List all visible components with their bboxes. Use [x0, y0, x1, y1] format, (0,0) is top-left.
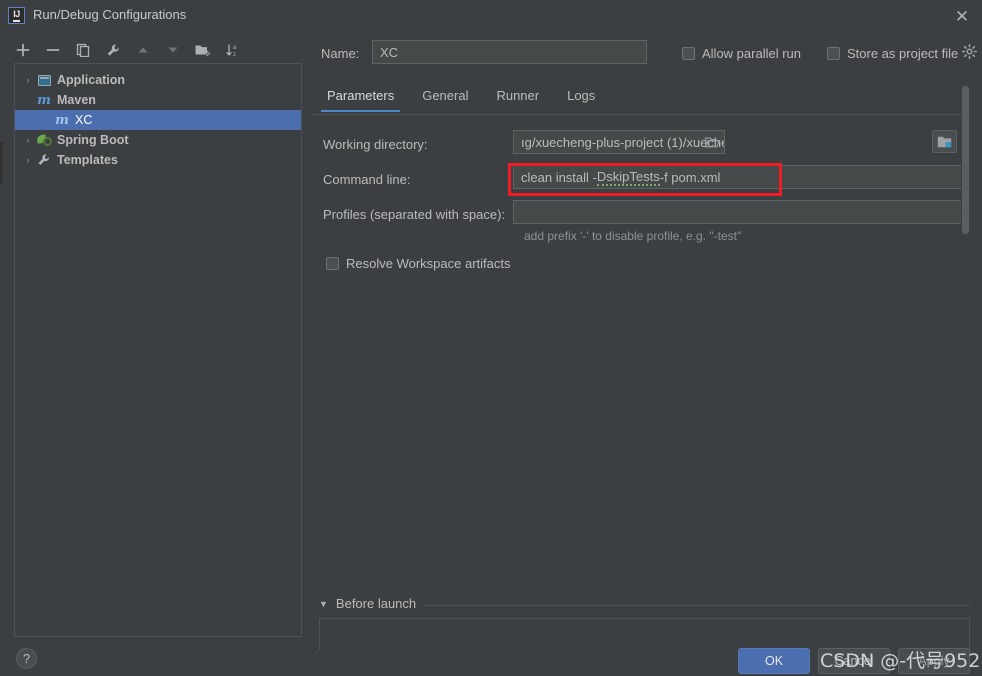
before-launch-section: ▼ Before launch: [313, 596, 970, 638]
command-line-label: Command line:: [323, 172, 410, 187]
chevron-down-icon[interactable]: ⱟ: [21, 95, 35, 105]
name-input[interactable]: XC: [372, 40, 647, 64]
configurations-tree[interactable]: › Application ⱟ m Maven m XC › Spring Bo…: [14, 63, 302, 637]
application-icon: [35, 72, 53, 88]
tree-node-templates[interactable]: › Templates: [15, 150, 301, 170]
resolve-workspace-artifacts-checkbox[interactable]: Resolve Workspace artifacts: [326, 256, 511, 271]
tree-node-maven[interactable]: ⱟ m Maven: [15, 90, 301, 110]
tree-node-application[interactable]: › Application: [15, 70, 301, 90]
new-folder-icon[interactable]: [190, 38, 216, 62]
module-folder-button[interactable]: [932, 130, 957, 153]
window-edge-marker: [0, 142, 3, 184]
profiles-label: Profiles (separated with space):: [323, 207, 505, 222]
tab-logs[interactable]: Logs: [553, 84, 609, 111]
working-directory-label: Working directory:: [323, 137, 428, 152]
chevron-right-icon[interactable]: ›: [21, 135, 35, 145]
checkbox-box[interactable]: [326, 257, 339, 270]
working-directory-input[interactable]: ıg/xuecheng-plus-project (1)/xuecheng-pl…: [513, 130, 725, 154]
chevron-down-icon[interactable]: ▼: [319, 599, 328, 609]
profiles-hint: add prefix '-' to disable profile, e.g. …: [524, 229, 741, 243]
profiles-input[interactable]: [513, 200, 965, 224]
name-label: Name:: [321, 46, 359, 61]
spring-boot-icon: [35, 132, 53, 148]
maven-icon: m: [53, 112, 71, 128]
working-directory-value: ıg/xuecheng-plus-project (1)/xuecheng-pl…: [521, 135, 725, 150]
allow-parallel-run-checkbox[interactable]: Allow parallel run: [682, 46, 801, 61]
add-configuration-icon[interactable]: [10, 38, 36, 62]
copy-configuration-icon[interactable]: [70, 38, 96, 62]
intellij-logo-text: IJ: [13, 10, 20, 22]
edit-templates-wrench-icon[interactable]: [100, 38, 126, 62]
parameters-panel: Parameters General Runner Logs Working d…: [313, 84, 970, 581]
configurations-toolbar: a z: [10, 37, 300, 63]
command-line-value-highlighted: DskipTests: [597, 169, 660, 186]
sort-alphabetically-icon[interactable]: a z: [220, 38, 246, 62]
tree-node-label: Maven: [57, 93, 96, 107]
close-icon[interactable]: ✕: [952, 6, 972, 26]
before-launch-divider: [423, 605, 970, 606]
svg-text:z: z: [233, 52, 236, 58]
help-button[interactable]: ?: [16, 648, 37, 669]
svg-text:a: a: [233, 45, 237, 51]
chevron-right-icon[interactable]: ›: [21, 155, 35, 165]
gear-icon[interactable]: [962, 44, 977, 59]
move-up-icon[interactable]: [130, 38, 156, 62]
tab-parameters[interactable]: Parameters: [313, 84, 408, 111]
panel-scrollbar-thumb[interactable]: [962, 86, 969, 234]
command-line-input[interactable]: clean install - DskipTests -f pom.xml: [513, 165, 965, 189]
browse-folder-icon[interactable]: [704, 135, 720, 149]
before-launch-label: Before launch: [336, 596, 416, 611]
resolve-workspace-artifacts-label: Resolve Workspace artifacts: [346, 256, 511, 271]
panel-scrollbar[interactable]: [961, 84, 970, 581]
run-debug-configurations-dialog: IJ Run/Debug Configurations ✕ a z › Appl…: [0, 0, 982, 676]
tab-bar: Parameters General Runner Logs: [313, 84, 970, 115]
before-launch-header[interactable]: ▼ Before launch: [319, 596, 416, 611]
allow-parallel-run-label: Allow parallel run: [702, 46, 801, 61]
tree-node-label: Templates: [57, 153, 118, 167]
maven-icon: m: [35, 92, 53, 108]
tree-node-label: XC: [75, 113, 92, 127]
ok-button[interactable]: OK: [738, 648, 810, 674]
cancel-button[interactable]: Cancel: [818, 648, 890, 674]
tree-node-label: Application: [57, 73, 125, 87]
tree-node-spring-boot[interactable]: › Spring Boot: [15, 130, 301, 150]
move-down-icon[interactable]: [160, 38, 186, 62]
chevron-right-icon[interactable]: ›: [21, 75, 35, 85]
titlebar: IJ Run/Debug Configurations ✕: [0, 0, 982, 31]
command-line-value-prefix: clean install -: [521, 170, 597, 185]
tree-node-xc[interactable]: m XC: [15, 110, 301, 130]
store-as-project-file-checkbox[interactable]: Store as project file: [827, 46, 958, 61]
store-as-project-file-label: Store as project file: [847, 46, 958, 61]
dialog-title: Run/Debug Configurations: [33, 7, 186, 22]
remove-configuration-icon[interactable]: [40, 38, 66, 62]
command-line-value-suffix: -f pom.xml: [660, 170, 721, 185]
apply-button[interactable]: Apply: [898, 648, 970, 674]
tab-general[interactable]: General: [408, 84, 482, 111]
tab-runner[interactable]: Runner: [482, 84, 553, 111]
checkbox-box[interactable]: [682, 47, 695, 60]
tree-node-label: Spring Boot: [57, 133, 129, 147]
checkbox-box[interactable]: [827, 47, 840, 60]
intellij-logo-icon: IJ: [8, 7, 25, 24]
wrench-icon: [35, 152, 53, 168]
before-launch-list[interactable]: [319, 618, 970, 650]
